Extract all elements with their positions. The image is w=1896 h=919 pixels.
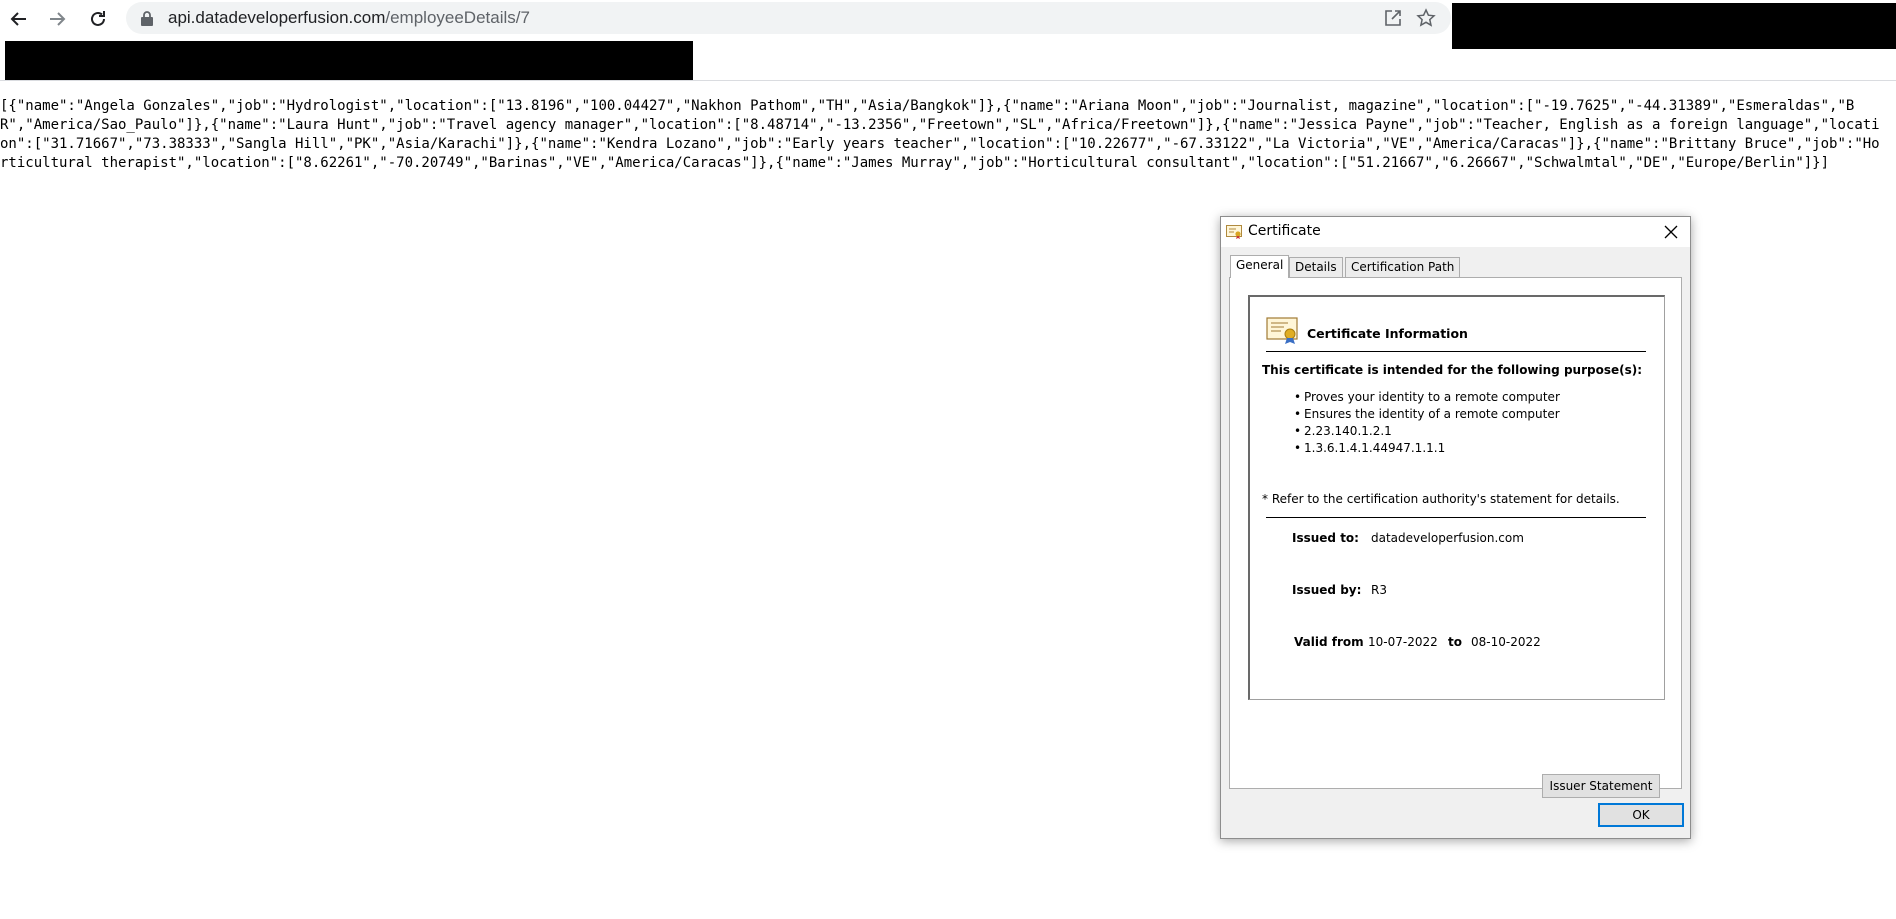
tab-certification-path[interactable]: Certification Path xyxy=(1345,257,1461,277)
divider xyxy=(1266,351,1646,352)
toolbar-divider xyxy=(0,80,1896,81)
certificate-info-heading: Certificate Information xyxy=(1307,326,1468,341)
certificate-icon xyxy=(1226,225,1242,239)
purpose-heading: This certificate is intended for the fol… xyxy=(1262,363,1643,377)
issued-by-value[interactable]: R3 xyxy=(1371,583,1387,597)
valid-from-label: Valid from xyxy=(1294,635,1364,649)
purpose-list: Proves your identity to a remote compute… xyxy=(1294,389,1560,457)
star-icon[interactable] xyxy=(1416,8,1436,28)
forward-button[interactable] xyxy=(44,6,70,32)
certificate-dialog: Certificate General Details Certificatio… xyxy=(1220,216,1691,839)
issued-to-label: Issued to: xyxy=(1292,531,1359,545)
general-tab-panel: Certificate Information This certificate… xyxy=(1229,277,1682,798)
valid-to-label: to xyxy=(1448,635,1462,649)
issued-to-value[interactable]: datadeveloperfusion.com xyxy=(1371,531,1524,545)
forward-arrow-icon xyxy=(50,12,66,26)
certificate-icon xyxy=(1266,317,1298,344)
json-response-text: [{"name":"Angela Gonzales","job":"Hydrol… xyxy=(0,98,1880,171)
back-button[interactable] xyxy=(6,6,32,32)
reload-button[interactable] xyxy=(85,6,111,32)
dialog-title: Certificate xyxy=(1248,223,1321,239)
address-bar[interactable]: api.datadeveloperfusion.com/employeeDeta… xyxy=(126,2,1451,34)
issued-by-label: Issued by: xyxy=(1292,583,1362,597)
share-icon[interactable] xyxy=(1383,8,1403,28)
tab-general[interactable]: General xyxy=(1230,255,1290,278)
url-host: api.datadeveloperfusion.com xyxy=(168,8,386,27)
browser-toolbar: api.datadeveloperfusion.com/employeeDeta… xyxy=(0,0,1896,49)
url-text[interactable]: api.datadeveloperfusion.com/employeeDeta… xyxy=(168,7,530,29)
lock-icon[interactable] xyxy=(140,10,154,26)
ok-button[interactable]: OK xyxy=(1598,803,1684,827)
purpose-item: Ensures the identity of a remote compute… xyxy=(1294,406,1560,423)
valid-from-value[interactable]: 10-07-2022 xyxy=(1368,635,1438,649)
certificate-info-box: Certificate Information This certificate… xyxy=(1248,295,1665,700)
dialog-title-bar[interactable]: Certificate xyxy=(1221,217,1690,247)
valid-to-value[interactable]: 08-10-2022 xyxy=(1471,635,1541,649)
reload-icon xyxy=(91,11,105,26)
purpose-item: 2.23.140.1.2.1 xyxy=(1294,423,1560,440)
back-arrow-icon xyxy=(10,12,26,26)
refer-note: * Refer to the certification authority's… xyxy=(1262,492,1620,506)
purpose-item: Proves your identity to a remote compute… xyxy=(1294,389,1560,406)
close-icon[interactable] xyxy=(1660,221,1682,243)
redacted-area-extensions xyxy=(1452,3,1896,49)
redacted-area-bookmarks xyxy=(5,41,693,80)
purpose-item: 1.3.6.1.4.1.44947.1.1.1 xyxy=(1294,440,1560,457)
divider xyxy=(1266,517,1646,518)
url-path: /employeeDetails/7 xyxy=(385,8,530,27)
tab-details[interactable]: Details xyxy=(1289,257,1343,277)
issuer-statement-button[interactable]: Issuer Statement xyxy=(1542,774,1660,798)
